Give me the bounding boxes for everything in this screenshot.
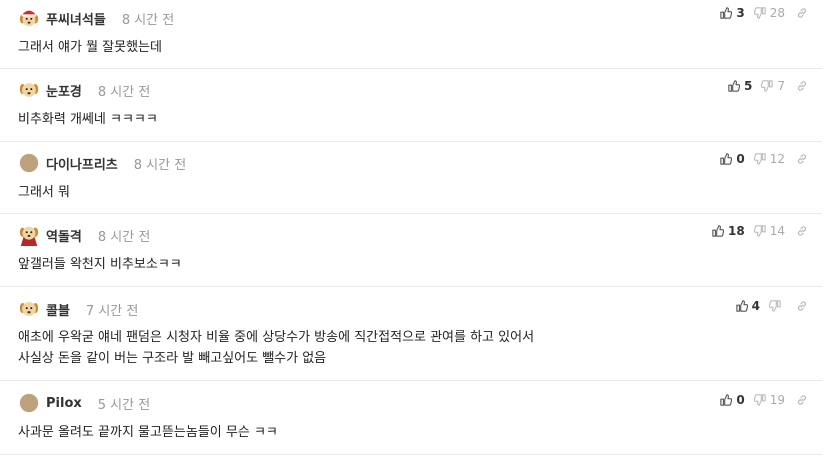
downvote-button[interactable] [769,300,796,312]
comment-header: 역돌격 8 시간 전 [18,222,150,248]
dog-icon [19,302,39,316]
upvote-button[interactable]: 0 [720,393,753,407]
thumbs-down-icon [753,394,766,406]
link-icon[interactable] [796,80,808,92]
downvote-count: 12 [769,152,785,166]
link-icon[interactable] [796,394,808,406]
link-icon[interactable] [796,7,808,19]
circle-avatar-icon [19,393,39,413]
downvote-button[interactable]: 28 [753,6,796,20]
upvote-button[interactable]: 18 [712,224,754,238]
downvote-button[interactable]: 19 [753,393,796,407]
thumbs-up-icon [728,80,740,92]
comment-header: 다이나프리츠 8 시간 전 [18,150,186,176]
comment-line: 그래서 얘가 뭘 잘못했는데 [18,40,162,55]
comment-header: 눈포경 8 시간 전 [18,77,150,103]
downvote-button[interactable]: 7 [761,79,796,93]
upvote-count: 18 [728,224,745,238]
thumbs-up-icon [720,153,733,165]
comment-time: 8 시간 전 [97,229,151,245]
comment-author[interactable]: 콜블 [46,300,70,319]
comment-actions: 4 [735,299,808,313]
downvote-count: 7 [777,79,785,93]
comment: 다이나프리츠 8 시간 전 그래서 뭐 0 12 [0,142,822,214]
thumbs-down-icon [761,80,774,92]
thumbs-up-icon [720,7,733,19]
comment-header: 푸씨녀석들 8 시간 전 [18,5,174,31]
downvote-count: 19 [769,393,785,407]
comment-actions: 3 28 [720,6,808,20]
comment-body: 앞갤러들 왁천지 비추보소ㅋㅋ [18,254,182,275]
downvote-count: 28 [769,6,785,20]
thumbs-down-icon [753,7,766,19]
upvote-count: 0 [736,393,745,407]
upvote-button[interactable]: 4 [735,299,769,313]
upvote-button[interactable]: 3 [720,6,753,20]
comment-body: 그래서 얘가 뭘 잘못했는데 [18,37,162,58]
link-icon[interactable] [796,300,808,312]
upvote-count: 0 [736,152,745,166]
comment: 푸씨녀석들 8 시간 전 그래서 얘가 뭘 잘못했는데 3 28 [0,0,822,69]
upvote-button[interactable]: 0 [720,152,753,166]
thumbs-up-icon [720,394,733,406]
comment-time: 8 시간 전 [121,12,175,28]
thumbs-down-icon [753,225,766,237]
link-icon[interactable] [796,153,808,165]
comment: Pilox 5 시간 전 사과문 올려도 끝까지 물고뜯는놈들이 무슨 ㅋㅋ 0… [0,381,822,455]
comment-actions: 0 19 [720,393,808,407]
comment-line: 앞갤러들 왁천지 비추보소ㅋㅋ [18,257,182,272]
comment-actions: 18 14 [712,224,808,238]
comment-author[interactable]: Pilox [46,396,82,411]
comment: 콜블 7 시간 전 애초에 우왁굳 얘네 팬덤은 시청자 비율 중에 상당수가 … [0,287,822,381]
comment-time: 7 시간 전 [85,303,139,319]
comment-time: 5 시간 전 [97,397,151,413]
thumbs-up-icon [712,225,725,237]
downvote-button[interactable]: 12 [753,152,796,166]
dog-santa-hat-icon [19,8,39,27]
upvote-count: 5 [744,79,753,93]
comment-line: 사실상 돈을 같이 버는 구조라 발 빼고싶어도 뺄수가 없음 [18,351,327,366]
comment-body: 그래서 뭐 [18,182,70,203]
upvote-count: 4 [751,299,760,313]
comment-body: 비추화력 개쎄네 ㅋㅋㅋㅋ [18,109,158,130]
comment-line: 비추화력 개쎄네 ㅋㅋㅋㅋ [18,112,158,127]
downvote-button[interactable]: 14 [753,224,796,238]
comment-header: Pilox 5 시간 전 [18,390,150,416]
comment-author[interactable]: 다이나프리츠 [46,154,118,173]
downvote-count: 14 [769,224,785,238]
comment-body: 애초에 우왁굳 얘네 팬덤은 시청자 비율 중에 상당수가 방송에 직간접적으로… [18,327,534,369]
comment: 역돌격 8 시간 전 앞갤러들 왁천지 비추보소ㅋㅋ 18 14 [0,214,822,287]
comment-actions: 0 12 [720,152,808,166]
thumbs-down-icon [769,300,781,312]
upvote-button[interactable]: 5 [728,79,761,93]
comment-time: 8 시간 전 [133,157,187,173]
dog-red-cape-icon [19,226,39,246]
comment-line: 애초에 우왁굳 얘네 팬덤은 시청자 비율 중에 상당수가 방송에 직간접적으로… [18,330,535,345]
comment-actions: 5 7 [728,79,808,93]
comment-time: 8 시간 전 [97,84,151,100]
comment-author[interactable]: 눈포경 [46,81,82,100]
comment-author[interactable]: 역돌격 [46,226,82,245]
comment-line: 그래서 뭐 [18,185,70,200]
comment-line: 사과문 올려도 끝까지 물고뜯는놈들이 무슨 ㅋㅋ [18,425,278,440]
comment-author[interactable]: 푸씨녀석들 [46,9,106,28]
comment: 눈포경 8 시간 전 비추화력 개쎄네 ㅋㅋㅋㅋ 5 7 [0,69,822,142]
circle-avatar-icon [19,153,39,173]
thumbs-down-icon [753,153,766,165]
comment-header: 콜블 7 시간 전 [18,296,138,322]
comment-list: 푸씨녀석들 8 시간 전 그래서 얘가 뭘 잘못했는데 3 28 눈포경 8 시… [0,0,826,462]
upvote-count: 3 [736,6,745,20]
thumbs-up-icon [735,300,748,312]
comment-body: 사과문 올려도 끝까지 물고뜯는놈들이 무슨 ㅋㅋ [18,422,278,443]
link-icon[interactable] [796,225,808,237]
dog-icon [19,83,39,97]
